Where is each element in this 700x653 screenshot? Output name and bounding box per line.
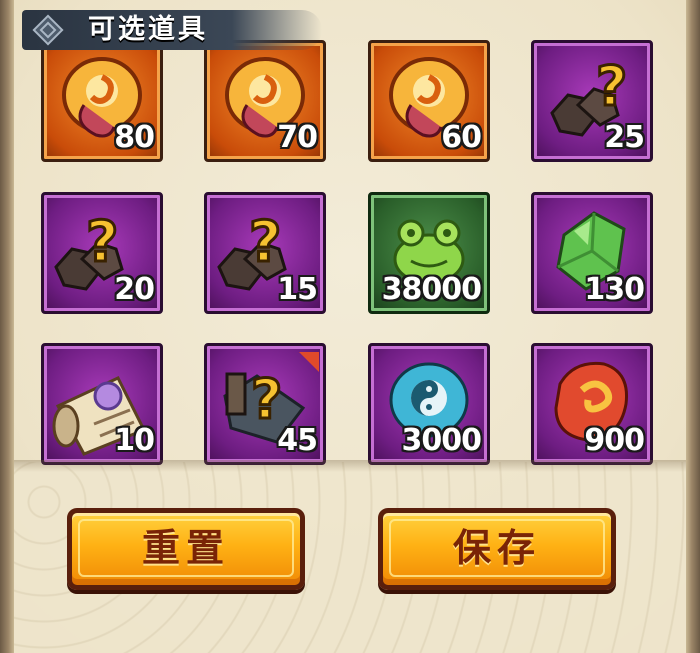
save-button-label: 保存 bbox=[452, 526, 541, 570]
reset-button[interactable]: 重置 bbox=[67, 508, 305, 590]
item-tile[interactable]: 900 bbox=[531, 343, 653, 465]
svg-text:?: ? bbox=[86, 210, 118, 275]
item-tile[interactable]: 3000 bbox=[368, 343, 490, 465]
item-tile[interactable]: 10 bbox=[41, 343, 163, 465]
panel-frame-left bbox=[0, 0, 14, 653]
item-tile[interactable]: 130 bbox=[531, 192, 653, 314]
svg-text:?: ? bbox=[249, 210, 281, 275]
item-quantity: 70 bbox=[277, 120, 318, 155]
item-tile[interactable]: ? 45 bbox=[204, 343, 326, 465]
item-tile[interactable]: 38000 bbox=[368, 192, 490, 314]
item-tile[interactable]: ? 25 bbox=[531, 40, 653, 162]
panel-title: 可选道具 bbox=[88, 14, 208, 45]
item-quantity: 25 bbox=[604, 120, 645, 155]
item-tile[interactable]: 80 bbox=[41, 40, 163, 162]
svg-text:?: ? bbox=[251, 368, 282, 431]
grid-scroll-edge bbox=[14, 460, 686, 472]
save-button[interactable]: 保存 bbox=[378, 508, 616, 590]
panel-title-bar: 可选道具 bbox=[22, 4, 322, 56]
item-grid[interactable]: 80 70 60 ? 25 ? 20 ? 15 38000 130 10 ? 4… bbox=[14, 0, 686, 470]
item-quantity: 10 bbox=[114, 423, 155, 458]
item-quantity: 900 bbox=[584, 423, 645, 458]
item-quantity: 60 bbox=[441, 120, 482, 155]
item-tile[interactable]: ? 20 bbox=[41, 192, 163, 314]
item-quantity: 38000 bbox=[381, 272, 482, 307]
item-selection-panel: 80 70 60 ? 25 ? 20 ? 15 38000 130 10 ? 4… bbox=[0, 0, 700, 653]
item-quantity: 3000 bbox=[401, 423, 482, 458]
item-tile[interactable]: ? 15 bbox=[204, 192, 326, 314]
item-quantity: 20 bbox=[114, 272, 155, 307]
diamond-emblem-icon bbox=[32, 14, 64, 46]
reset-button-label: 重置 bbox=[141, 526, 230, 570]
item-tile[interactable]: 70 bbox=[204, 40, 326, 162]
item-quantity: 15 bbox=[277, 272, 318, 307]
item-tile[interactable]: 60 bbox=[368, 40, 490, 162]
item-quantity: 130 bbox=[584, 272, 645, 307]
panel-frame-right bbox=[686, 0, 700, 653]
item-quantity: 45 bbox=[277, 423, 318, 458]
item-quantity: 80 bbox=[114, 120, 155, 155]
svg-text:?: ? bbox=[596, 55, 627, 118]
